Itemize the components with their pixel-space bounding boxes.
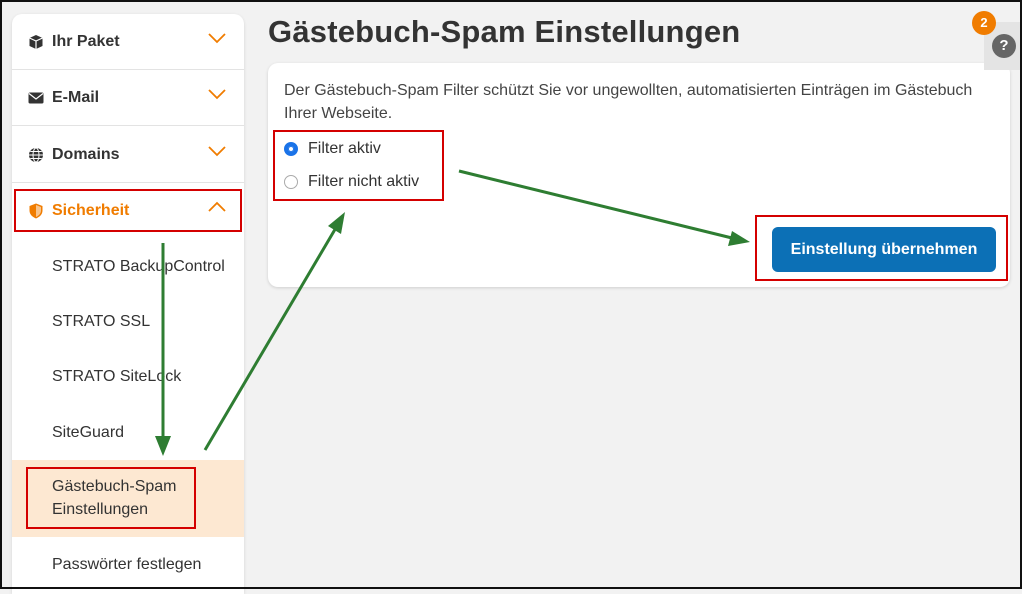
help-icon[interactable]: ? xyxy=(992,34,1016,58)
radio-filter-inactive[interactable]: Filter nicht aktiv xyxy=(284,173,419,191)
label-line: Gästebuch-Spam xyxy=(52,478,177,495)
sidebar-subitem-siteguard[interactable]: SiteGuard xyxy=(12,405,244,459)
radio-unselected-icon xyxy=(284,175,298,189)
radio-label: Filter nicht aktiv xyxy=(308,173,420,190)
sidebar-subitem-backupcontrol[interactable]: STRATO BackupControl xyxy=(12,239,244,293)
chevron-down-icon xyxy=(208,146,226,157)
sidebar-subitem-sitelock[interactable]: STRATO SiteLock xyxy=(12,349,244,403)
sidebar-subitem-label: SiteGuard xyxy=(52,423,125,441)
sidebar-subitem-label: STRATO SSL xyxy=(52,312,151,330)
chevron-down-icon xyxy=(208,33,226,44)
package-icon xyxy=(28,34,44,50)
settings-card: Der Gästebuch-Spam Filter schützt Sie vo… xyxy=(268,63,1010,287)
sidebar-item-label: Ihr Paket xyxy=(52,32,120,50)
sidebar-item-label: Domains xyxy=(52,145,120,163)
label-line: Einstellungen xyxy=(52,501,149,518)
sidebar-subitem-ssl[interactable]: STRATO SSL xyxy=(12,294,244,348)
sidebar-item-email[interactable]: E-Mail xyxy=(12,70,244,126)
sidebar-subitem-label: Passwörter festlegen xyxy=(52,555,202,573)
sidebar-item-label: Sicherheit xyxy=(52,202,130,219)
sidebar-subitem-label: STRATO SiteLock xyxy=(52,367,182,385)
chevron-up-icon xyxy=(208,201,226,212)
radio-label: Filter aktiv xyxy=(308,140,381,157)
sidebar-subitem-passwords[interactable]: Passwörter festlegen xyxy=(12,537,244,591)
radio-selected-icon xyxy=(284,142,298,156)
apply-settings-button[interactable]: Einstellung übernehmen xyxy=(772,227,996,272)
sidebar-item-ihr-paket[interactable]: Ihr Paket xyxy=(12,14,244,70)
envelope-icon xyxy=(28,90,44,106)
sidebar-item-label: E-Mail xyxy=(52,88,100,106)
sidebar-item-domains[interactable]: Domains xyxy=(12,127,244,183)
sidebar-subitem-guestbook-spam[interactable]: Gästebuch-Spam Einstellungen xyxy=(12,460,244,537)
radio-filter-active[interactable]: Filter aktiv xyxy=(284,140,381,158)
description-text: Der Gästebuch-Spam Filter schützt Sie vo… xyxy=(284,82,973,122)
sidebar-nav: Ihr Paket E-Mail Domains Sicherheit STRA… xyxy=(12,14,244,594)
shield-icon xyxy=(28,203,44,219)
page-title: Gästebuch-Spam Einstellungen xyxy=(268,14,741,49)
sidebar-subitem-label: STRATO BackupControl xyxy=(52,257,225,275)
chevron-down-icon xyxy=(208,89,226,100)
sidebar-item-sicherheit[interactable]: Sicherheit xyxy=(12,183,244,239)
notification-badge: 2 xyxy=(972,11,996,35)
sidebar-subitem-label: Gästebuch-Spam Einstellungen xyxy=(52,475,177,521)
globe-icon xyxy=(28,147,44,163)
